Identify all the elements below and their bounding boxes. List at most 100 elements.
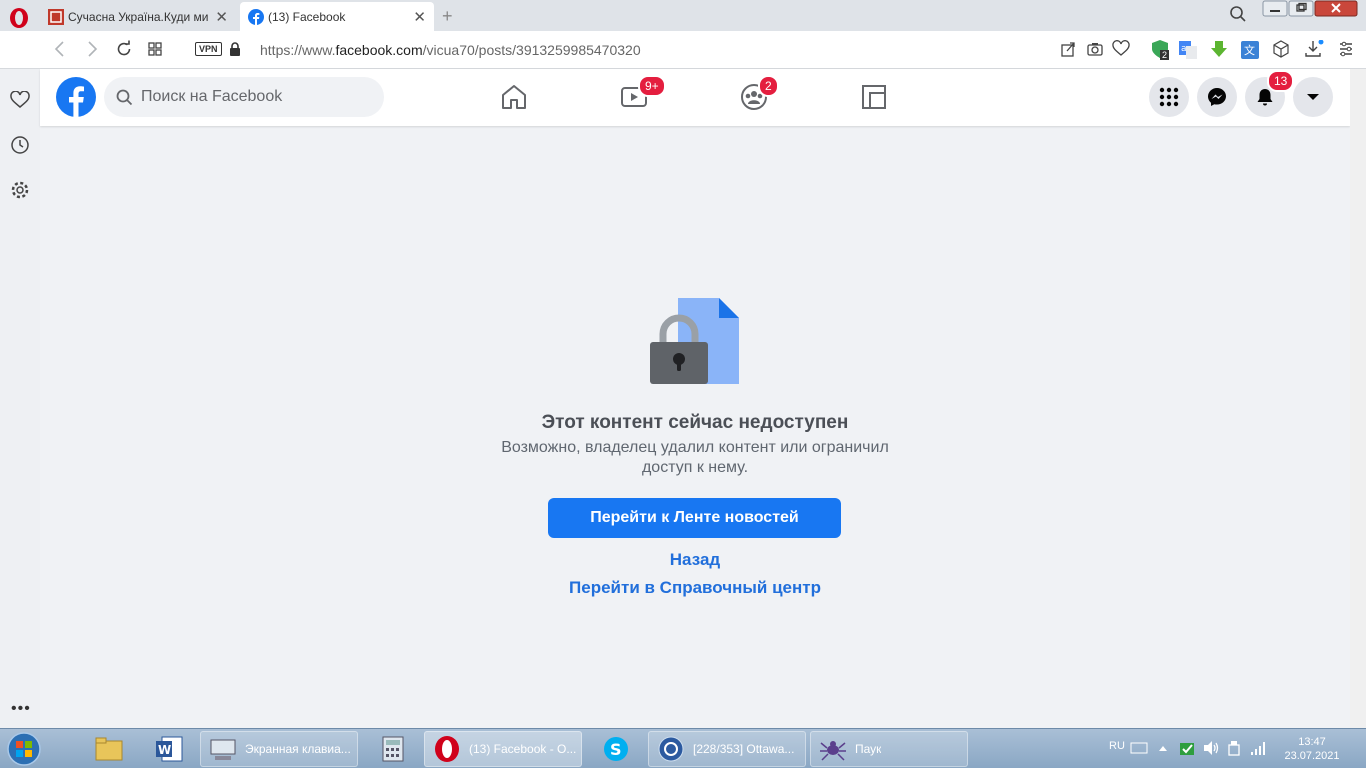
network-signal-icon[interactable] xyxy=(1250,739,1268,757)
restore-icon[interactable] xyxy=(1288,0,1314,18)
opera-menu-icon[interactable] xyxy=(8,7,30,29)
url-path: /vicua70/posts/3913259985470320 xyxy=(422,42,641,58)
url-field[interactable]: https://www.facebook.com/vicua70/posts/3… xyxy=(260,42,641,58)
tab-suchasna-ukraina[interactable]: Сучасна Україна.Куди ми ✕ xyxy=(40,2,236,31)
notifications-badge: 13 xyxy=(1267,70,1295,92)
new-tab-icon[interactable]: + xyxy=(442,6,453,27)
go-to-news-feed-button[interactable]: Перейти к Ленте новостей xyxy=(548,498,841,538)
extension-badge: 2 xyxy=(1160,50,1170,60)
close-window-icon[interactable] xyxy=(1314,0,1358,18)
calculator-icon xyxy=(382,736,404,762)
word-icon: W xyxy=(156,736,183,762)
svg-text:W: W xyxy=(158,743,171,757)
system-clock[interactable]: 13:47 23.07.2021 xyxy=(1282,735,1342,763)
adblock-extension[interactable]: 2 xyxy=(1150,39,1170,64)
camera-icon[interactable] xyxy=(1086,40,1104,58)
reload-icon[interactable] xyxy=(115,40,133,58)
history-clock-icon[interactable] xyxy=(10,135,30,155)
download-helper-icon[interactable] xyxy=(1210,40,1228,60)
show-hidden-icons-icon[interactable] xyxy=(1158,744,1168,752)
language-indicator[interactable]: RU xyxy=(1109,740,1125,752)
svg-text:文: 文 xyxy=(1244,43,1255,57)
taskbar-onscreen-keyboard[interactable]: Экранная клавиа... xyxy=(200,731,358,767)
cube-icon[interactable] xyxy=(1272,40,1290,58)
skype-icon: S xyxy=(604,737,628,761)
svg-text:a: a xyxy=(1181,44,1187,54)
tabs-grid-icon[interactable] xyxy=(147,40,163,58)
more-sidebar-icon[interactable]: ••• xyxy=(11,700,31,718)
taskbar-file-explorer[interactable] xyxy=(86,731,126,767)
keyboard-tray-icon[interactable] xyxy=(1130,742,1148,754)
bookmarks-heart-icon[interactable] xyxy=(10,91,30,109)
opera-sidebar: ••• xyxy=(0,69,40,728)
taskbar-calculator[interactable] xyxy=(372,731,412,767)
facebook-favicon-icon xyxy=(248,8,264,25)
volume-icon[interactable] xyxy=(1202,740,1220,756)
tab-title: Сучасна Україна.Куди ми xyxy=(68,9,209,24)
watch-nav[interactable]: 9+ xyxy=(618,75,666,113)
downloads-icon[interactable] xyxy=(1304,40,1324,58)
messenger-button[interactable] xyxy=(1197,77,1237,117)
viewer-icon xyxy=(658,736,684,762)
spider-icon xyxy=(820,741,846,761)
close-tab-icon[interactable]: ✕ xyxy=(215,8,228,26)
forward-icon[interactable] xyxy=(84,40,100,58)
vpn-badge[interactable]: VPN xyxy=(195,42,222,56)
menu-button[interactable] xyxy=(1149,77,1189,117)
address-bar: VPN https://www.facebook.com/vicua70/pos… xyxy=(0,31,1366,69)
tab-search-icon[interactable] xyxy=(1229,5,1247,23)
taskbar-spider-solitaire[interactable]: Паук xyxy=(810,731,968,767)
share-icon[interactable] xyxy=(1060,40,1076,58)
windows-taskbar: W Экранная клавиа... (13) Facebook - O..… xyxy=(0,728,1366,768)
locked-content-icon xyxy=(650,298,739,384)
usb-device-icon[interactable] xyxy=(1226,739,1242,757)
back-link[interactable]: Назад xyxy=(40,550,1350,570)
clock-time: 13:47 xyxy=(1298,736,1326,748)
facebook-search[interactable] xyxy=(104,77,384,117)
minimize-icon[interactable] xyxy=(1262,0,1288,18)
opera-icon xyxy=(435,736,459,762)
taskbar-skype[interactable]: S xyxy=(594,731,634,767)
watch-badge: 9+ xyxy=(638,75,666,97)
translator-icon[interactable]: 文 xyxy=(1240,40,1260,60)
taskbar-image-viewer[interactable]: [228/353] Ottawa... xyxy=(648,731,806,767)
tray-app-icon[interactable] xyxy=(1178,739,1196,757)
tab-facebook[interactable]: (13) Facebook ✕ xyxy=(240,2,434,31)
close-tab-icon[interactable]: ✕ xyxy=(413,8,426,26)
svg-text:S: S xyxy=(610,740,622,759)
easy-setup-icon[interactable] xyxy=(1338,40,1354,58)
apps-grid-icon xyxy=(1159,87,1179,107)
taskbar-label: (13) Facebook - O... xyxy=(469,742,577,756)
tab-title: (13) Facebook xyxy=(268,9,346,24)
site-favicon-icon xyxy=(48,8,64,25)
home-icon[interactable] xyxy=(498,81,530,113)
facebook-header: 9+ 2 13 xyxy=(40,69,1350,126)
message-body: Возможно, владелец удалил контент или ог… xyxy=(501,439,889,476)
back-icon[interactable] xyxy=(52,40,68,58)
page-title: Этот контент сейчас недоступен xyxy=(541,412,849,433)
taskbar-opera-facebook[interactable]: (13) Facebook - O... xyxy=(424,731,582,767)
help-center-link[interactable]: Перейти в Справочный центр xyxy=(40,578,1350,598)
groups-badge: 2 xyxy=(758,75,779,97)
settings-gear-icon[interactable] xyxy=(10,180,30,200)
clock-date: 23.07.2021 xyxy=(1284,750,1340,762)
caret-down-icon xyxy=(1307,94,1319,100)
heart-icon[interactable] xyxy=(1112,40,1130,58)
taskbar-label: Паук xyxy=(855,742,882,756)
window-controls xyxy=(1262,0,1358,18)
account-button[interactable] xyxy=(1293,77,1333,117)
tab-bar: Сучасна Україна.Куди ми ✕ (13) Facebook … xyxy=(0,0,1366,31)
search-input[interactable] xyxy=(141,88,361,106)
groups-nav[interactable]: 2 xyxy=(738,75,779,113)
start-button-icon[interactable] xyxy=(4,731,44,767)
lock-icon[interactable] xyxy=(229,42,241,56)
notifications-button[interactable]: 13 xyxy=(1245,70,1295,117)
facebook-logo-icon[interactable] xyxy=(56,77,96,117)
gaming-icon[interactable] xyxy=(858,81,890,113)
taskbar-word[interactable]: W xyxy=(146,731,186,767)
scrollbar[interactable] xyxy=(1350,69,1366,728)
translate-icon[interactable]: a xyxy=(1178,40,1198,60)
search-icon xyxy=(116,89,133,105)
messenger-icon xyxy=(1208,88,1226,106)
taskbar-label: [228/353] Ottawa... xyxy=(693,742,795,756)
